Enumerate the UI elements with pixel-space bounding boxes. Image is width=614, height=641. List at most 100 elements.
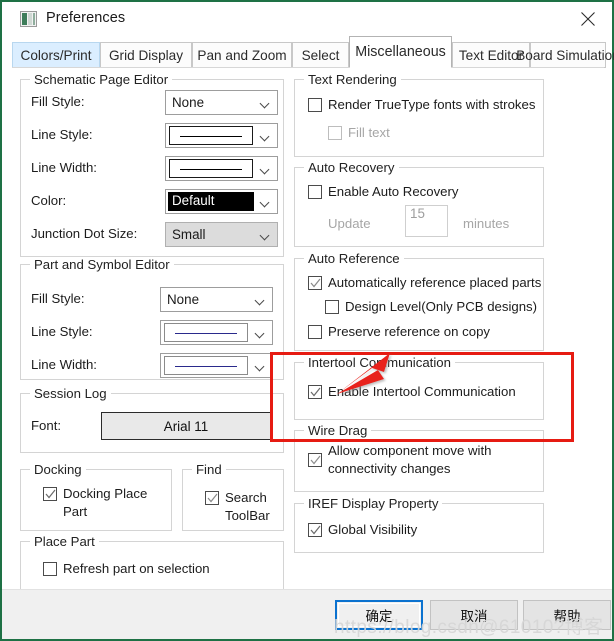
group-auto-reference: Auto Reference Automatically reference p… (294, 251, 544, 351)
window-title: Preferences (46, 10, 126, 26)
checkbox-box (308, 98, 322, 112)
tab-board-simulation[interactable]: Board Simulation (516, 42, 614, 68)
refresh-part-on-selection-label: Refresh part on selection (63, 561, 210, 576)
group-part-and-symbol-editor: Part and Symbol Editor Fill Style: None … (20, 257, 284, 380)
session-font-label: Font: (31, 418, 62, 433)
preferences-dialog: Preferences Colors/Print Grid Display Pa… (0, 0, 614, 641)
group-legend: Auto Recovery (304, 160, 399, 175)
preferences-content: Schematic Page Editor Fill Style: None L… (2, 68, 612, 595)
enable-auto-recovery-label: Enable Auto Recovery (328, 184, 459, 199)
chevron-down-icon (261, 133, 270, 142)
close-icon[interactable] (568, 4, 608, 34)
group-text-rendering: Text Rendering Render TrueType fonts wit… (294, 72, 544, 157)
chevron-down-icon (261, 232, 270, 241)
thin-line-sample-icon (169, 159, 253, 178)
enable-intertool-communication-label: Enable Intertool Communication (328, 384, 516, 399)
part-line-width-dropdown[interactable] (160, 353, 273, 378)
junction-dot-size-label: Junction Dot Size: (31, 226, 138, 241)
checkbox-box (308, 385, 322, 399)
checkbox-box (43, 562, 57, 576)
part-fill-style-label: Fill Style: (31, 291, 85, 306)
tab-select[interactable]: Select (292, 42, 349, 68)
preferences-icon (20, 11, 37, 27)
part-fill-style-dropdown[interactable]: None (160, 287, 273, 312)
search-toolbar-label: Search ToolBar (225, 490, 270, 523)
checkbox-box (308, 185, 322, 199)
auto-recovery-interval-input[interactable]: 15 (405, 205, 448, 237)
checkbox-box (308, 325, 322, 339)
checkbox-box (205, 491, 219, 505)
preserve-reference-on-copy-label: Preserve reference on copy (328, 324, 490, 339)
solid-blue-line-sample-icon (164, 323, 248, 342)
fill-style-label: Fill Style: (31, 94, 85, 109)
junction-dot-size-dropdown[interactable]: Small (165, 222, 278, 247)
thin-blue-line-sample-icon (164, 356, 248, 375)
group-docking: Docking Docking Place Part (20, 462, 172, 531)
render-truetype-fonts-label: Render TrueType fonts with strokes (328, 97, 536, 112)
checkbox-box (325, 300, 339, 314)
chevron-down-icon (261, 166, 270, 175)
group-intertool-communication: Intertool Communication Enable Intertool… (294, 355, 544, 420)
part-fill-style-value: None (167, 292, 200, 307)
fill-style-dropdown[interactable]: None (165, 90, 278, 115)
line-width-label: Line Width: (31, 160, 97, 175)
group-schematic-page-editor: Schematic Page Editor Fill Style: None L… (20, 72, 284, 257)
chevron-down-icon (256, 363, 265, 372)
group-find: Find Search ToolBar (182, 462, 284, 531)
part-line-style-dropdown[interactable] (160, 320, 273, 345)
tab-colors-print[interactable]: Colors/Print (12, 42, 100, 68)
group-legend: Intertool Communication (304, 355, 455, 370)
part-line-width-label: Line Width: (31, 357, 97, 372)
group-legend: Docking (30, 462, 86, 477)
checkbox-box (308, 276, 322, 290)
title-bar: Preferences (2, 2, 612, 36)
checkbox-box (308, 523, 322, 537)
color-dropdown[interactable]: Default (165, 189, 278, 214)
junction-dot-size-value: Small (172, 227, 206, 242)
cancel-button[interactable]: 取消 (430, 600, 518, 630)
chevron-down-icon (256, 330, 265, 339)
group-wire-drag: Wire Drag Allow component move with conn… (294, 423, 544, 492)
group-auto-recovery: Auto Recovery Enable Auto Recovery Updat… (294, 160, 544, 247)
group-legend: Schematic Page Editor (30, 72, 173, 87)
session-font-button[interactable]: Arial 11 (101, 412, 271, 440)
allow-component-move-label: Allow component move with connectivity c… (328, 443, 492, 476)
color-value: Default (172, 193, 215, 208)
fill-text-label: Fill text (348, 125, 390, 140)
dialog-footer: 确定 取消 帮助 (2, 589, 612, 639)
group-legend: Auto Reference (304, 251, 404, 266)
chevron-down-icon (261, 100, 270, 109)
design-level-label: Design Level(Only PCB designs) (345, 299, 538, 314)
docking-place-part-label: Docking Place Part (63, 486, 148, 519)
update-label: Update (328, 216, 371, 231)
group-legend: Session Log (30, 386, 111, 401)
group-legend: IREF Display Property (304, 496, 443, 511)
line-style-dropdown[interactable] (165, 123, 278, 148)
part-line-style-label: Line Style: (31, 324, 93, 339)
minutes-label: minutes (463, 216, 510, 231)
global-visibility-label: Global Visibility (328, 522, 418, 537)
help-button[interactable]: 帮助 (523, 600, 611, 630)
line-width-dropdown[interactable] (165, 156, 278, 181)
color-label: Color: (31, 193, 67, 208)
group-legend: Part and Symbol Editor (30, 257, 174, 272)
tab-pan-and-zoom[interactable]: Pan and Zoom (192, 42, 292, 68)
tab-grid-display[interactable]: Grid Display (100, 42, 192, 68)
group-legend: Wire Drag (304, 423, 372, 438)
tab-strip: Colors/Print Grid Display Pan and Zoom S… (2, 36, 614, 68)
group-legend: Place Part (30, 534, 99, 549)
color-swatch: Default (168, 192, 254, 211)
group-session-log: Session Log Font: Arial 11 (20, 386, 284, 453)
fill-style-value: None (172, 95, 205, 110)
solid-line-sample-icon (169, 126, 253, 145)
group-legend: Find (192, 462, 226, 477)
tab-miscellaneous[interactable]: Miscellaneous (349, 36, 452, 68)
checkbox-box (308, 453, 322, 467)
ok-button[interactable]: 确定 (335, 600, 423, 630)
group-legend: Text Rendering (304, 72, 401, 87)
chevron-down-icon (256, 297, 265, 306)
checkbox-box (43, 487, 57, 501)
group-place-part: Place Part Refresh part on selection (20, 534, 284, 595)
line-style-label: Line Style: (31, 127, 93, 142)
automatically-reference-placed-parts-label: Automatically reference placed parts (328, 275, 542, 290)
